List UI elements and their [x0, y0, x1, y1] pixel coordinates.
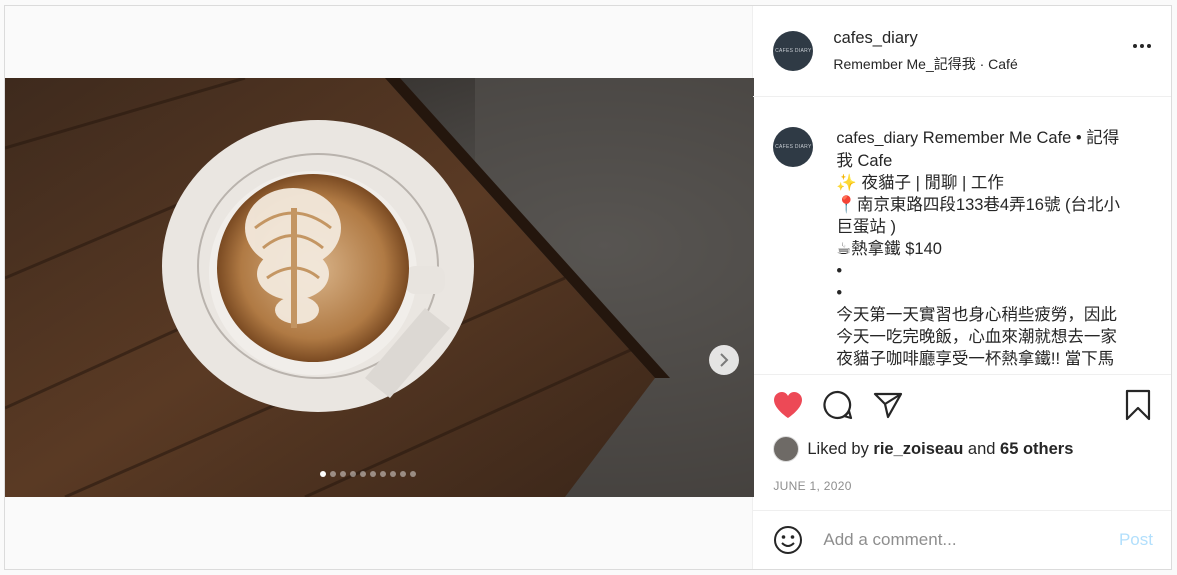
caption-line: 今天一吃完晚飯，心血來潮就想去一家 — [836, 328, 1117, 346]
liker-username[interactable]: rie_zoiseau — [873, 440, 963, 459]
carousel-dot — [360, 471, 366, 477]
caption-line: 我 Cafe — [836, 152, 893, 170]
paper-plane-icon — [874, 392, 903, 419]
caption-line: ☕熱拿鐵 $140 — [836, 240, 942, 258]
share-button[interactable] — [873, 391, 903, 419]
post-comment-button[interactable]: Post — [1119, 530, 1153, 550]
latte-photo — [5, 78, 754, 497]
chevron-right-icon — [720, 353, 729, 367]
like-button[interactable] — [773, 391, 803, 419]
location-link[interactable]: Remember Me_記得我 · Café — [833, 54, 1017, 74]
carousel-dot — [410, 471, 416, 477]
smiley-icon[interactable] — [773, 525, 803, 555]
post-media — [5, 6, 754, 569]
carousel-dot — [400, 471, 406, 477]
comment-button[interactable] — [823, 390, 853, 420]
post-date[interactable]: JUNE 1, 2020 — [753, 479, 1171, 511]
carousel-dot — [340, 471, 346, 477]
bookmark-icon — [1125, 389, 1151, 421]
avatar[interactable]: CAFES DIARY — [773, 31, 814, 71]
carousel-dot — [390, 471, 396, 477]
carousel-next-button[interactable] — [709, 345, 739, 375]
post-sidebar: CAFES DIARY cafes_diary Remember Me_記得我 … — [753, 6, 1171, 569]
caption-line: • — [836, 262, 843, 280]
caption-line: • — [836, 284, 843, 302]
author-meta: cafes_diary Remember Me_記得我 · Café — [833, 29, 1017, 74]
save-button[interactable] — [1125, 389, 1151, 426]
caption-line: 今天第一天實習也身心稍些疲勞，因此 — [836, 306, 1117, 324]
carousel-indicator — [320, 471, 416, 477]
caption-text: cafes_diary Remember Me Cafe • 記得 我 Cafe… — [836, 127, 1146, 374]
caption-line: 夜貓子咖啡廳享受一杯熱拿鐵!! 當下馬 — [836, 350, 1115, 368]
post-card: CAFES DIARY cafes_diary Remember Me_記得我 … — [4, 5, 1172, 570]
author-username[interactable]: cafes_diary — [833, 29, 1017, 48]
liker-avatar[interactable] — [773, 436, 800, 462]
comment-input[interactable] — [823, 530, 1119, 550]
caption-username[interactable]: cafes_diary — [836, 130, 918, 147]
action-bar — [753, 375, 1171, 435]
caption-line: ✨ 夜貓子 | 閒聊 | 工作 — [836, 174, 1004, 192]
caption-line: 巨蛋站 ) — [836, 218, 896, 236]
likes-summary: Liked by rie_zoiseau and 65 others — [753, 435, 1171, 463]
caption-line: 📍南京東路四段133巷4弄16號 (台北小 — [836, 196, 1121, 214]
post-header: CAFES DIARY cafes_diary Remember Me_記得我 … — [753, 6, 1171, 97]
carousel-dot — [320, 471, 326, 477]
comment-composer: Post — [753, 511, 1171, 569]
caption-avatar[interactable]: CAFES DIARY — [773, 127, 814, 167]
carousel-dot — [330, 471, 336, 477]
heart-filled-icon — [774, 392, 803, 418]
carousel-dot — [350, 471, 356, 477]
caption-line: Remember Me Cafe • 記得 — [922, 129, 1120, 147]
comment-bubble-icon — [823, 390, 853, 420]
carousel-dot — [380, 471, 386, 477]
more-dots-icon[interactable] — [1133, 44, 1151, 48]
post-photo[interactable] — [5, 78, 754, 497]
likes-prefix: Liked by — [807, 439, 869, 458]
likes-others[interactable]: 65 others — [1000, 440, 1073, 459]
likes-and: and — [967, 439, 996, 458]
carousel-dot — [370, 471, 376, 477]
caption-section: CAFES DIARY cafes_diary Remember Me Cafe… — [753, 97, 1171, 375]
